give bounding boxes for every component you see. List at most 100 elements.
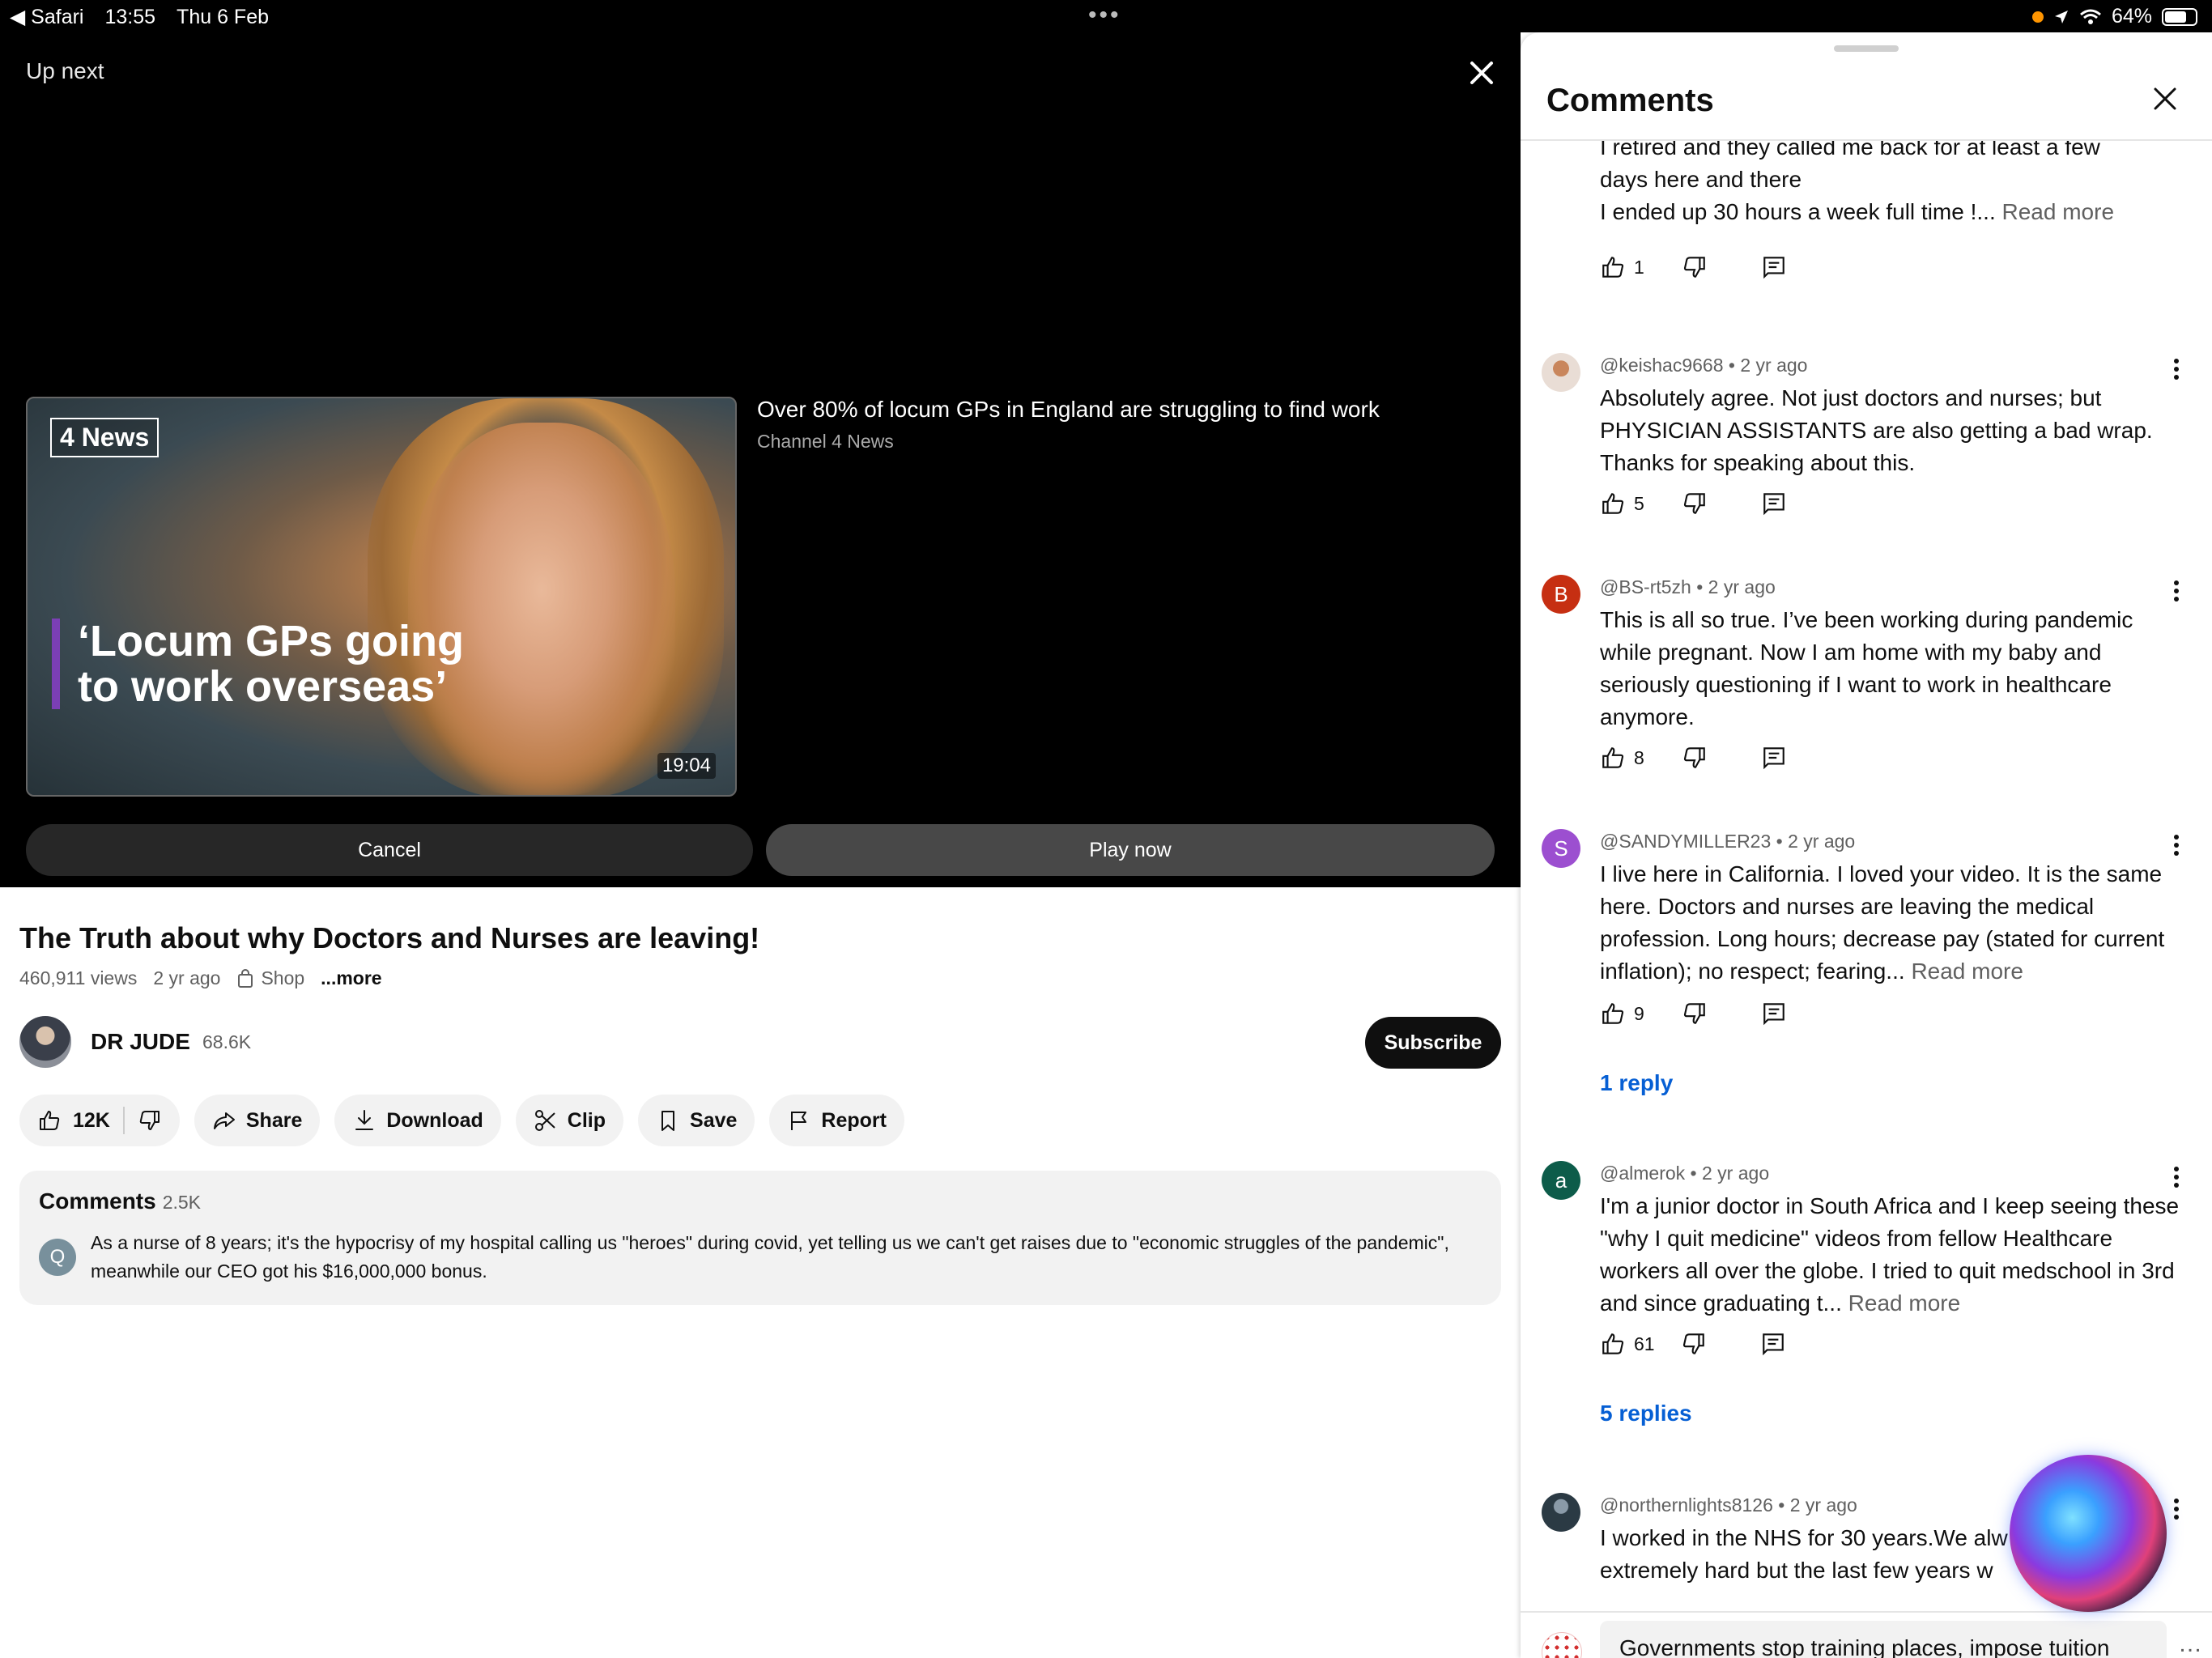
play-now-button[interactable]: Play now [766, 824, 1495, 876]
comment-text: I'm a junior doctor in South Africa and … [1600, 1193, 2180, 1316]
siri-orb-icon[interactable] [2010, 1455, 2167, 1612]
back-to-app[interactable]: ◀ Safari [10, 5, 83, 29]
share-label: Share [245, 1108, 303, 1132]
thumbs-up-icon [1602, 747, 1624, 768]
comment-age: 2 yr ago [1789, 1494, 1857, 1516]
comment-actions: 1 [1600, 254, 1787, 280]
commenter-avatar: Q [39, 1239, 76, 1276]
channel-4-news-logo: 4 News [50, 418, 160, 457]
more-vert-icon[interactable] [2168, 829, 2184, 861]
bookmark-icon [661, 1111, 675, 1131]
thumbs-up-icon [1602, 1003, 1624, 1024]
upload-age: 2 yr ago [153, 967, 221, 988]
commenter-avatar[interactable] [1542, 1493, 1580, 1532]
channel-avatar[interactable] [19, 1016, 71, 1068]
read-more-link[interactable]: Read more [2002, 199, 2115, 224]
like-button[interactable]: 8 [1600, 745, 1644, 771]
shop-label: Shop [261, 967, 305, 988]
comment-input[interactable]: Governments stop training places, impose… [1600, 1621, 2167, 1658]
top-comment-text: As a nurse of 8 years; it's the hypocris… [91, 1232, 1449, 1282]
user-avatar [1542, 1632, 1582, 1658]
more-description-link[interactable]: ...more [321, 967, 381, 989]
view-count: 460,911 views [19, 967, 138, 988]
reply-button[interactable] [1761, 491, 1787, 517]
dislike-button[interactable] [1682, 491, 1708, 517]
scissors-icon [534, 1110, 555, 1131]
dislike-button[interactable] [1681, 1331, 1707, 1357]
multitasking-dots[interactable]: ••• [1088, 2, 1121, 29]
comment-author[interactable]: @northernlights8126 [1600, 1494, 1773, 1516]
commenter-avatar[interactable]: S [1542, 829, 1580, 868]
battery-icon [2162, 7, 2197, 26]
channel-name[interactable]: DR JUDE [91, 1029, 190, 1055]
reply-button[interactable] [1760, 1331, 1786, 1357]
thumbs-down-icon [1683, 257, 1705, 278]
reply-button[interactable] [1761, 745, 1787, 771]
like-button[interactable]: 5 [1600, 491, 1644, 517]
commenter-avatar[interactable] [1542, 353, 1580, 392]
more-vert-icon[interactable] [2168, 575, 2184, 607]
dislike-button[interactable] [1682, 254, 1708, 280]
next-video-thumbnail[interactable]: 4 News ‘Locum GPs going to work overseas… [26, 397, 737, 797]
report-button[interactable]: Report [769, 1095, 904, 1146]
share-icon [213, 1112, 235, 1129]
comment-age: 2 yr ago [1708, 576, 1776, 597]
comments-preview-card[interactable]: Comments 2.5K Q As a nurse of 8 years; it… [19, 1171, 1501, 1305]
save-button[interactable]: Save [638, 1095, 755, 1146]
subscribe-button[interactable]: Subscribe [1365, 1017, 1501, 1069]
more-vert-icon[interactable] [2168, 1493, 2184, 1525]
download-label: Download [386, 1108, 483, 1132]
comments-label: Comments [39, 1188, 156, 1214]
thumbs-down-icon [1682, 1333, 1704, 1354]
comments-preview-heading: Comments 2.5K [39, 1188, 201, 1214]
commenter-avatar[interactable]: a [1542, 1161, 1580, 1200]
reply-button[interactable] [1761, 1001, 1787, 1027]
dislike-button[interactable] [1682, 745, 1708, 771]
battery-percent: 64% [2111, 5, 2152, 28]
drag-handle[interactable] [1834, 45, 1899, 52]
comment-author[interactable]: @SANDYMILLER23 [1600, 831, 1771, 852]
comment-meta: @SANDYMILLER23 • 2 yr ago [1600, 831, 1856, 852]
channel-row: DR JUDE 68.6K Subscribe [19, 1016, 1501, 1069]
comment-meta: @northernlights8126 • 2 yr ago [1600, 1494, 1857, 1516]
next-video-title[interactable]: Over 80% of locum GPs in England are str… [757, 397, 1380, 423]
video-duration: 19:04 [657, 753, 716, 779]
dislike-button[interactable] [1682, 1001, 1708, 1027]
share-button[interactable]: Share [194, 1095, 321, 1146]
close-icon[interactable] [2149, 83, 2181, 115]
reply-button[interactable] [1761, 254, 1787, 280]
like-button[interactable]: 61 [1600, 1331, 1655, 1357]
close-icon[interactable] [1464, 55, 1499, 91]
thumbs-up-icon [1602, 1333, 1624, 1354]
read-more-link[interactable]: Read more [1911, 959, 2023, 984]
comments-count: 2.5K [162, 1192, 202, 1213]
video-title: The Truth about why Doctors and Nurses a… [19, 921, 760, 954]
more-horiz-icon[interactable]: … [2178, 1630, 2202, 1658]
action-bar: 12K Share Download Clip Save Report [19, 1095, 904, 1146]
like-button[interactable]: 1 [1600, 254, 1644, 280]
download-button[interactable]: Download [334, 1095, 501, 1146]
comment-meta: @keishac9668 • 2 yr ago [1600, 355, 1808, 376]
more-vert-icon[interactable] [2168, 353, 2184, 385]
cancel-button[interactable]: Cancel [26, 824, 753, 876]
clip-button[interactable]: Clip [515, 1095, 624, 1146]
dislike-button[interactable] [138, 1108, 162, 1133]
thumbs-up-icon [40, 1111, 60, 1130]
comment-actions: 8 [1600, 745, 1787, 771]
commenter-avatar[interactable]: B [1542, 575, 1580, 614]
like-button[interactable]: 9 [1600, 1001, 1644, 1027]
shop-link[interactable]: Shop [236, 967, 304, 989]
comment-age: 2 yr ago [1702, 1163, 1770, 1184]
video-player[interactable]: Up next 4 News ‘Locum GPs going to work … [0, 32, 1521, 887]
comment-author[interactable]: @BS-rt5zh [1600, 576, 1691, 597]
thumbnail-face-shape [408, 423, 675, 795]
like-button[interactable]: 12K [37, 1108, 110, 1133]
view-replies-link[interactable]: 5 replies [1600, 1401, 1692, 1426]
comment-author[interactable]: @almerok [1600, 1163, 1685, 1184]
comment-list[interactable]: I retired and they called me back for at… [1521, 141, 2212, 1611]
more-vert-icon[interactable] [2168, 1161, 2184, 1193]
comment-actions: 61 [1600, 1331, 1786, 1357]
comment-author[interactable]: @keishac9668 [1600, 355, 1724, 376]
read-more-link[interactable]: Read more [1848, 1290, 1961, 1316]
view-replies-link[interactable]: 1 reply [1600, 1070, 1673, 1096]
